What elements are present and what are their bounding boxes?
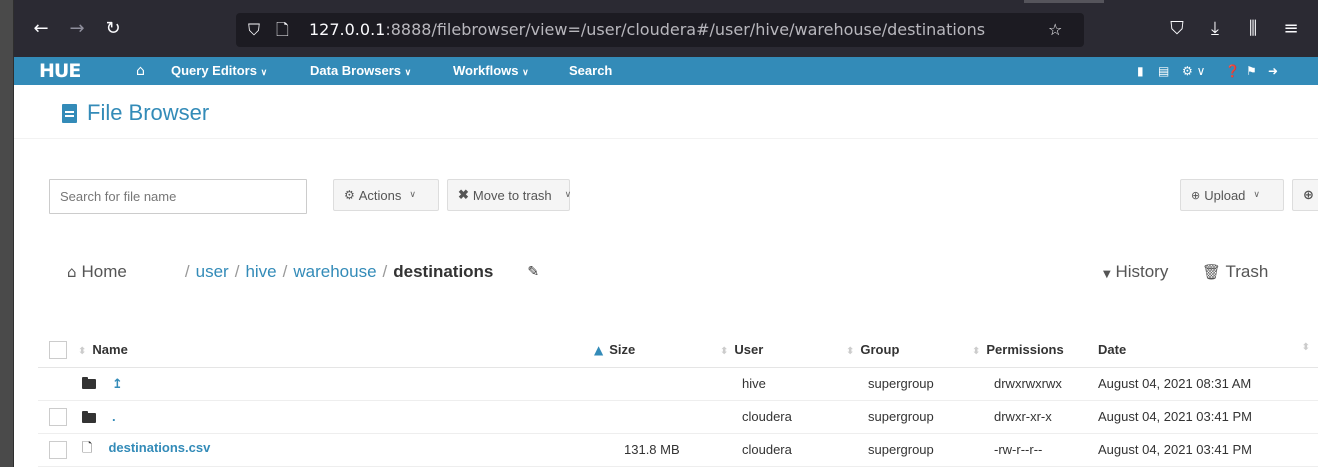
permissions-cell: -rw-r--r--	[972, 433, 1098, 467]
upload-icon: ⊕	[1191, 188, 1201, 202]
nav-query-editors[interactable]: Query Editors ∨	[171, 57, 267, 85]
document-icon[interactable]: ▮	[1137, 57, 1144, 85]
group-cell: supergroup	[846, 400, 972, 434]
header-permissions[interactable]: ⬍ Permissions	[972, 333, 1098, 368]
close-icon: ✖	[458, 187, 469, 202]
select-all-cell	[38, 333, 74, 368]
table-row[interactable]: 🗋 destinations.csv 131.8 MB cloudera supe…	[38, 433, 1318, 467]
browser-window: ← → ↻ ⛉ 🗋 127.0.0.1:8888/filebrowser/vie…	[14, 0, 1318, 467]
page-title-text: File Browser	[87, 100, 210, 125]
breadcrumb: ⌂ Home / user / hive / warehouse / desti…	[67, 262, 540, 282]
url-text[interactable]: 127.0.0.1:8888/filebrowser/view=/user/cl…	[309, 13, 985, 47]
current-dir-link[interactable]: .	[112, 409, 116, 424]
header-user[interactable]: ⬍ User	[720, 333, 846, 368]
breadcrumb-hive[interactable]: hive	[245, 262, 276, 282]
menu-icon[interactable]: ≡	[1278, 16, 1304, 42]
logout-icon[interactable]: ➜	[1268, 57, 1278, 85]
permissions-cell: drwxrwxrwx	[972, 367, 1098, 401]
date-cell: August 04, 2021 08:31 AM	[1098, 367, 1318, 401]
group-cell: supergroup	[846, 367, 972, 401]
new-button[interactable]: ⊕	[1292, 179, 1318, 211]
cogs-icon[interactable]: ⚙ ∨	[1182, 57, 1205, 85]
group-cell: supergroup	[846, 433, 972, 467]
row-checkbox[interactable]	[49, 440, 67, 459]
size-cell	[594, 367, 720, 401]
home-icon[interactable]: ⌂	[136, 57, 145, 85]
page-icon[interactable]: 🗋	[276, 13, 289, 47]
nav-workflows[interactable]: Workflows ∨	[453, 57, 529, 85]
hue-navbar: HUE ⌂ Query Editors ∨ Data Browsers ∨ Wo…	[14, 57, 1318, 85]
home-icon[interactable]: ⌂	[67, 263, 77, 281]
shield-icon[interactable]: ⛉	[248, 13, 260, 47]
file-icon	[62, 103, 77, 123]
folder-icon	[82, 377, 96, 390]
header-date[interactable]: Date ⬍	[1098, 333, 1318, 368]
plus-icon: ⊕	[1303, 187, 1314, 203]
pencil-icon[interactable]: ✎	[527, 264, 539, 280]
upload-button[interactable]: ⊕ Upload ∨	[1180, 179, 1284, 211]
date-cell: August 04, 2021 03:41 PM	[1098, 433, 1318, 467]
file-icon: 🗋	[82, 440, 93, 456]
pocket-icon[interactable]: ⛉	[1164, 16, 1190, 42]
file-link[interactable]: destinations.csv	[108, 440, 210, 455]
nav-search[interactable]: Search	[569, 57, 612, 85]
divider	[14, 138, 1318, 139]
breadcrumb-warehouse[interactable]: warehouse	[293, 262, 376, 282]
chevron-down-icon: ∨	[1253, 190, 1261, 200]
breadcrumb-user[interactable]: user	[196, 262, 229, 282]
file-table: ⬍ Name ▲ Size ⬍ User ⬍ Group ⬍ Permissions Da…	[38, 333, 1318, 467]
move-to-trash-button[interactable]: ✖ Move to trash ∨	[447, 179, 572, 211]
download-icon[interactable]: ⤓	[1202, 16, 1228, 42]
library-icon[interactable]: ⫼	[1240, 16, 1266, 42]
forward-arrow-icon[interactable]: →	[64, 16, 90, 42]
table-row[interactable]: . cloudera supergroup drwxr-xr-x August …	[38, 400, 1318, 434]
folder-icon	[82, 410, 96, 423]
actions-button[interactable]: ⚙ Actions ∨	[333, 179, 439, 211]
select-all-checkbox[interactable]	[49, 340, 67, 359]
tab-indicator	[1024, 0, 1104, 3]
date-cell: August 04, 2021 03:41 PM	[1098, 400, 1318, 434]
header-size[interactable]: ▲ Size	[594, 333, 720, 368]
parent-dir-link[interactable]: ↥	[112, 377, 123, 392]
help-icon[interactable]: ❓	[1225, 57, 1240, 85]
history-link[interactable]: ▼ History	[1103, 262, 1168, 282]
sort-asc-icon: ▲	[594, 343, 604, 358]
trash-link[interactable]: 🗑 Trash	[1202, 262, 1268, 282]
table-icon[interactable]: ▤	[1158, 57, 1169, 85]
table-row[interactable]: ↥ hive supergroup drwxrwxrwx August 04, …	[38, 367, 1318, 401]
bookmark-star-icon[interactable]: ☆	[1048, 13, 1062, 47]
caret-down-icon: ▼	[1103, 269, 1111, 280]
user-cell: cloudera	[720, 400, 846, 434]
chevron-down-icon[interactable]: ∨	[565, 190, 572, 200]
size-cell	[594, 400, 720, 434]
url-bar[interactable]: ⛉ 🗋 127.0.0.1:8888/filebrowser/view=/use…	[236, 13, 1084, 47]
search-input[interactable]	[49, 179, 307, 214]
flag-icon[interactable]: ⚑	[1246, 57, 1257, 85]
trash-icon: 🗑	[1202, 263, 1222, 281]
header-name[interactable]: ⬍ Name	[74, 333, 594, 368]
page-title: File Browser	[62, 99, 209, 127]
nav-data-browsers[interactable]: Data Browsers ∨	[310, 57, 411, 85]
table-header-row: ⬍ Name ▲ Size ⬍ User ⬍ Group ⬍ Permissions Da…	[38, 333, 1318, 368]
reload-icon[interactable]: ↻	[100, 16, 126, 42]
gear-icon: ⚙	[344, 188, 355, 202]
permissions-cell: drwxr-xr-x	[972, 400, 1098, 434]
browser-toolbar: ← → ↻ ⛉ 🗋 127.0.0.1:8888/filebrowser/vie…	[14, 0, 1318, 57]
user-cell: hive	[720, 367, 846, 401]
chevron-down-icon: ∨	[409, 190, 416, 200]
user-cell: cloudera	[720, 433, 846, 467]
hue-logo[interactable]: HUE	[39, 57, 81, 85]
breadcrumb-home[interactable]: Home	[82, 262, 127, 282]
back-arrow-icon[interactable]: ←	[28, 16, 54, 42]
breadcrumb-current: destinations	[393, 262, 494, 281]
header-group[interactable]: ⬍ Group	[846, 333, 972, 368]
row-checkbox[interactable]	[49, 407, 67, 426]
left-window-edge	[0, 0, 14, 467]
size-cell: 131.8 MB	[594, 433, 720, 467]
